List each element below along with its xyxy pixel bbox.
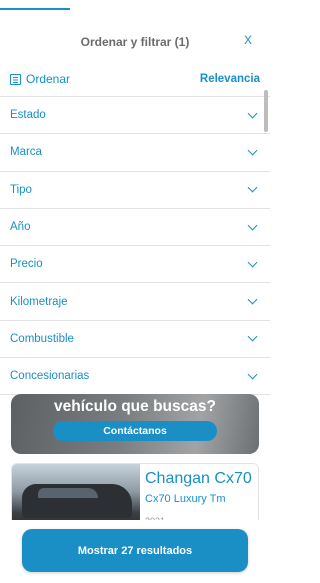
filter-kilometraje[interactable]: Kilometraje: [0, 283, 270, 321]
sort-control[interactable]: Ordenar: [10, 72, 70, 86]
filter-marca[interactable]: Marca: [0, 134, 270, 172]
filter-panel-header: Ordenar y filtrar (1) X: [0, 22, 270, 62]
filter-label: Estado: [10, 109, 46, 122]
sort-row[interactable]: Ordenar Relevancia: [0, 62, 270, 97]
filter-label: Tipo: [10, 183, 32, 196]
filter-label: Concesionarias: [10, 370, 90, 383]
chevron-down-icon: [247, 220, 258, 230]
active-tab-indicator: [0, 8, 70, 10]
contact-button[interactable]: Contáctanos: [53, 421, 217, 441]
sort-list-icon: [10, 73, 21, 85]
chevron-down-icon: [247, 145, 258, 156]
scrollbar[interactable]: [264, 90, 268, 132]
chevron-down-icon: [247, 331, 258, 342]
filter-ano[interactable]: Año: [0, 209, 270, 247]
filter-label: Kilometraje: [10, 295, 68, 308]
top-strip: [0, 0, 270, 20]
panel-title: Ordenar y filtrar (1): [80, 35, 190, 49]
filter-tipo[interactable]: Tipo: [0, 172, 270, 209]
show-results-button[interactable]: Mostrar 27 resultados: [22, 529, 248, 572]
chevron-down-icon: [247, 182, 258, 193]
close-button[interactable]: X: [244, 33, 252, 47]
filter-estado[interactable]: Estado: [0, 97, 270, 135]
chevron-down-icon: [247, 108, 258, 119]
filter-label: Año: [10, 221, 31, 234]
filter-label: Precio: [10, 258, 43, 271]
car-window-shape: [38, 488, 98, 498]
filter-precio[interactable]: Precio: [0, 246, 270, 284]
banner-text: vehículo que buscas?: [54, 398, 216, 415]
sort-value[interactable]: Relevancia: [200, 73, 260, 85]
sort-label: Ordenar: [26, 72, 71, 86]
vehicle-subtitle: Cx70 Luxury Tm: [145, 493, 226, 505]
filter-concesionarias[interactable]: Concesionarias: [0, 358, 270, 396]
filter-label: Combustible: [10, 332, 74, 345]
contact-banner: vehículo que buscas? Contáctanos: [11, 394, 259, 454]
vehicle-title: Changan Cx70: [145, 470, 252, 487]
filter-label: Marca: [10, 146, 42, 159]
filter-list: Estado Marca Tipo Año Precio Kilometraje…: [0, 97, 270, 396]
chevron-down-icon: [247, 369, 258, 380]
chevron-down-icon: [247, 257, 258, 268]
chevron-down-icon: [247, 294, 258, 305]
filter-combustible[interactable]: Combustible: [0, 321, 270, 359]
